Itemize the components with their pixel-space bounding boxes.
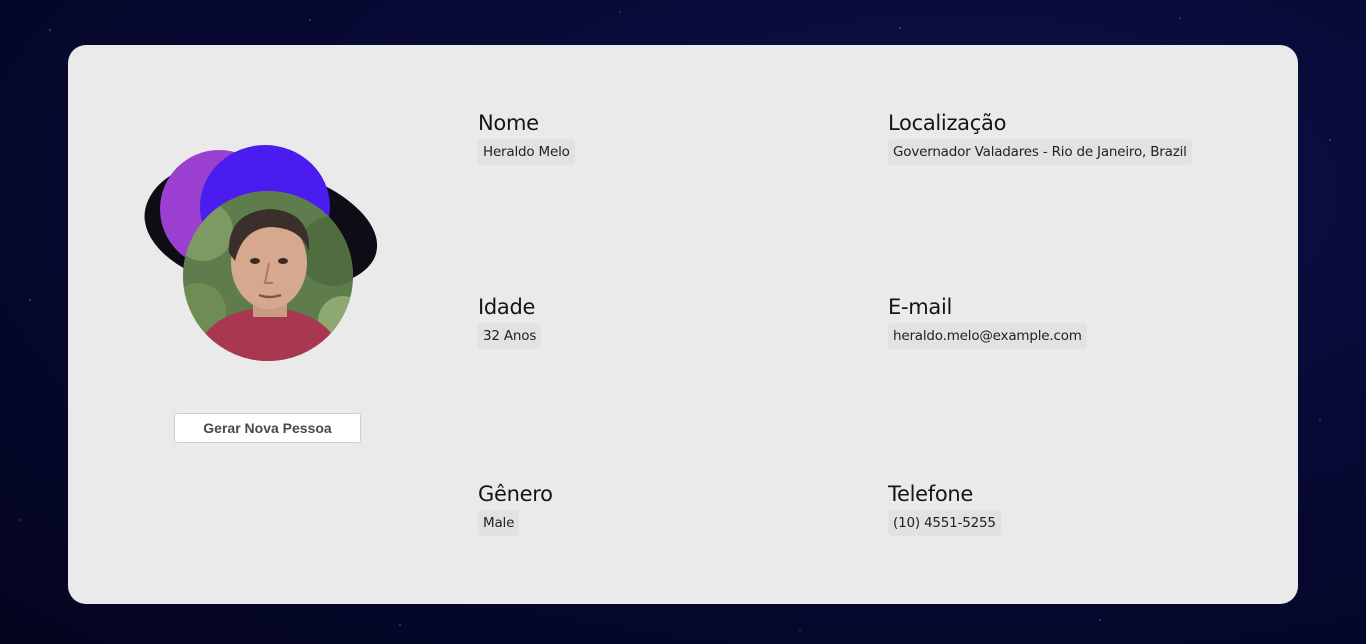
avatar-decoration	[133, 95, 390, 361]
name-label: Nome	[478, 111, 539, 135]
gender-field: Gênero Male	[478, 481, 553, 536]
age-label: Idade	[478, 295, 536, 319]
age-value: 32 Anos	[478, 323, 542, 349]
email-label: E-mail	[888, 295, 953, 319]
profile-card: Gerar Nova Pessoa Nome Heraldo Melo Loca…	[68, 45, 1298, 604]
location-label: Localização	[888, 111, 1007, 135]
name-field: Nome Heraldo Melo	[478, 110, 575, 165]
avatar	[183, 191, 353, 361]
gender-value: Male	[478, 510, 520, 536]
email-field: E-mail heraldo.melo@example.com	[888, 294, 1087, 349]
age-field: Idade 32 Anos	[478, 294, 542, 349]
location-value: Governador Valadares - Rio de Janeiro, B…	[888, 139, 1192, 165]
location-field: Localização Governador Valadares - Rio d…	[888, 110, 1192, 165]
email-value: heraldo.melo@example.com	[888, 323, 1087, 349]
phone-field: Telefone (10) 4551-5255	[888, 481, 1001, 536]
name-value: Heraldo Melo	[478, 139, 575, 165]
phone-value: (10) 4551-5255	[888, 510, 1001, 536]
generate-new-person-button[interactable]: Gerar Nova Pessoa	[174, 413, 361, 443]
phone-label: Telefone	[888, 482, 974, 506]
gender-label: Gênero	[478, 482, 553, 506]
